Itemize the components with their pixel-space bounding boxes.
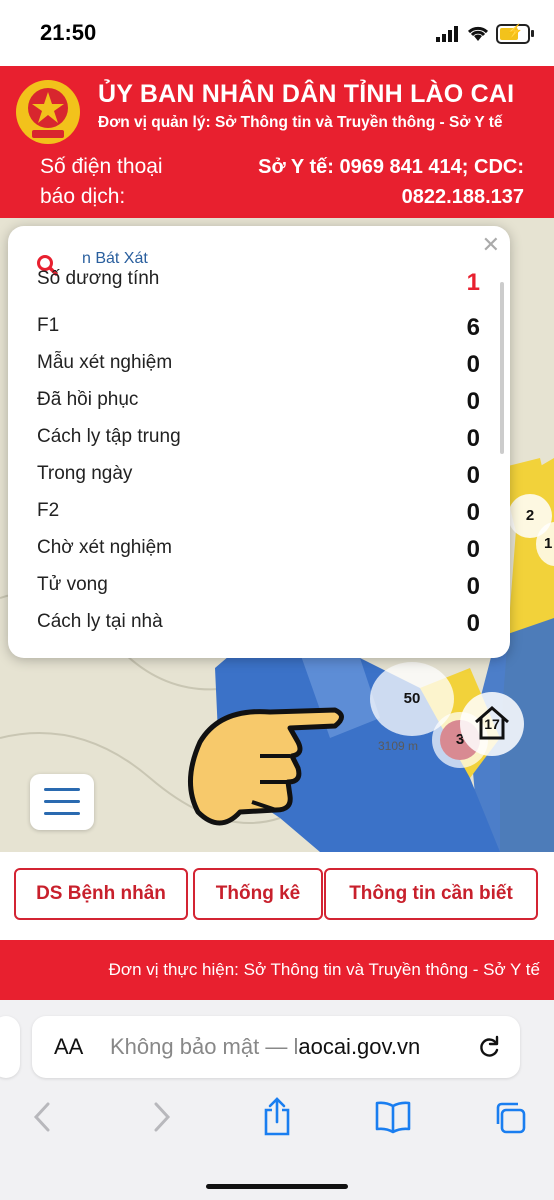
home-indicator: [206, 1184, 348, 1189]
wifi-icon: [467, 26, 489, 41]
back-icon[interactable]: [30, 1100, 54, 1134]
hotline-label: Số điện thoại báo dịch:: [40, 155, 163, 208]
map-elevation-label: 3109 m: [378, 739, 418, 753]
hamburger-icon-line: [44, 788, 80, 791]
stat-label: Số dương tính: [37, 268, 160, 289]
stat-value: 1: [466, 269, 480, 296]
hotline-line-2[interactable]: 0822.188.137: [258, 182, 524, 212]
status-time: 21:50: [40, 20, 97, 45]
url-domain: aocai.gov.vn: [298, 1034, 421, 1059]
hotline-line-1[interactable]: Sở Y tế: 0969 841 414; CDC:: [258, 152, 524, 182]
map-cluster-17[interactable]: 17: [460, 692, 524, 756]
site-footer: Đơn vị thực hiện: Sở Thông tin và Truyền…: [0, 940, 554, 1000]
stat-label: Tử vong: [37, 574, 108, 595]
stat-label: Đã hồi phục: [37, 389, 139, 410]
stat-value: 0: [466, 351, 480, 378]
stat-row-f2: F2 0: [8, 493, 510, 530]
reader-options-button[interactable]: AA: [54, 1034, 83, 1060]
stat-row-recovered: Đã hồi phục 0: [8, 382, 510, 419]
pointing-hand-icon: [187, 707, 344, 826]
nav-tabs: DS Bệnh nhân Thống kê Thông tin cần biết: [0, 852, 554, 940]
stat-value: 0: [466, 610, 480, 637]
previous-tab-edge[interactable]: [0, 1016, 20, 1078]
stat-value: 0: [466, 462, 480, 489]
stat-label: F1: [37, 315, 60, 336]
footer-text: Đơn vị thực hiện: Sở Thông tin và Truyền…: [108, 960, 540, 979]
stat-label: Chờ xét nghiệm: [37, 537, 172, 558]
bookmarks-icon[interactable]: [374, 1100, 412, 1134]
stat-row-positive: Số dương tính 1: [8, 268, 510, 308]
tab-patient-list[interactable]: DS Bệnh nhân: [14, 868, 188, 920]
tabs-icon[interactable]: [492, 1100, 528, 1136]
stat-label: Mẫu xét nghiệm: [37, 352, 173, 373]
browser-toolbar: AA Không bảo mật — laocai.gov.vn: [0, 1000, 554, 1200]
tab-statistics[interactable]: Thống kê: [193, 868, 323, 920]
url-prefix: Không bảo mật — l: [110, 1034, 299, 1059]
hamburger-icon-line: [44, 800, 80, 803]
stat-value: 0: [466, 499, 480, 526]
url-text[interactable]: Không bảo mật — laocai.gov.vn: [110, 1034, 420, 1060]
stat-row-today: Trong ngày 0: [8, 456, 510, 493]
hotline-numbers[interactable]: Sở Y tế: 0969 841 414; CDC: 0822.188.137: [258, 152, 524, 212]
cluster-count: 2: [525, 507, 535, 524]
stat-row-samples: Mẫu xét nghiệm 0: [8, 345, 510, 382]
stat-row-pending: Chờ xét nghiệm 0: [8, 530, 510, 567]
cluster-count: 1: [544, 535, 553, 552]
stat-label: Trong ngày: [37, 463, 133, 484]
stats-list: Số dương tính 1 F1 6 Mẫu xét nghiệm 0 Đã…: [8, 268, 510, 641]
stat-value: 6: [466, 314, 480, 341]
hamburger-icon-line: [44, 812, 80, 815]
stat-value: 0: [466, 573, 480, 600]
map-menu-button[interactable]: [30, 774, 94, 830]
stat-row-f1: F1 6: [8, 308, 510, 345]
stat-value: 0: [466, 536, 480, 563]
cluster-count: 50: [403, 690, 421, 707]
stat-label: F2: [37, 500, 60, 521]
cellular-signal-icon: [436, 26, 458, 42]
cluster-count: 17: [484, 716, 500, 732]
reload-icon[interactable]: [476, 1034, 502, 1060]
stat-value: 0: [466, 425, 480, 452]
site-header: ỦY BAN NHÂN DÂN TỈNH LÀO CAI Đơn vị quản…: [0, 66, 554, 218]
forward-icon[interactable]: [150, 1100, 174, 1134]
site-title: ỦY BAN NHÂN DÂN TỈNH LÀO CAI: [98, 80, 515, 108]
close-icon[interactable]: ✕: [482, 232, 500, 258]
stat-label: Cách ly tại nhà: [37, 611, 163, 632]
panel-scrollbar[interactable]: [500, 282, 504, 454]
tab-information[interactable]: Thông tin cần biết: [324, 868, 538, 920]
stat-label: Cách ly tập trung: [37, 426, 181, 447]
national-emblem-logo: [16, 80, 80, 144]
commune-name: n Bát Xát: [82, 250, 148, 267]
battery-icon: ⚡: [496, 23, 534, 44]
stat-row-quarantine: Cách ly tập trung 0: [8, 419, 510, 456]
site-subtitle: Đơn vị quản lý: Sở Thông tin và Truyền t…: [98, 114, 503, 131]
status-bar: 21:50 ⚡: [0, 0, 554, 66]
stat-value: 0: [466, 388, 480, 415]
share-icon[interactable]: [262, 1096, 292, 1136]
commune-stats-popup: ✕ n Bát Xát Số dương tính 1 F1 6 Mẫu xét…: [8, 226, 510, 658]
stat-row-home-isolation: Cách ly tại nhà 0: [8, 604, 510, 641]
address-bar[interactable]: AA Không bảo mật — laocai.gov.vn: [32, 1016, 520, 1078]
stat-row-deaths: Tử vong 0: [8, 567, 510, 604]
